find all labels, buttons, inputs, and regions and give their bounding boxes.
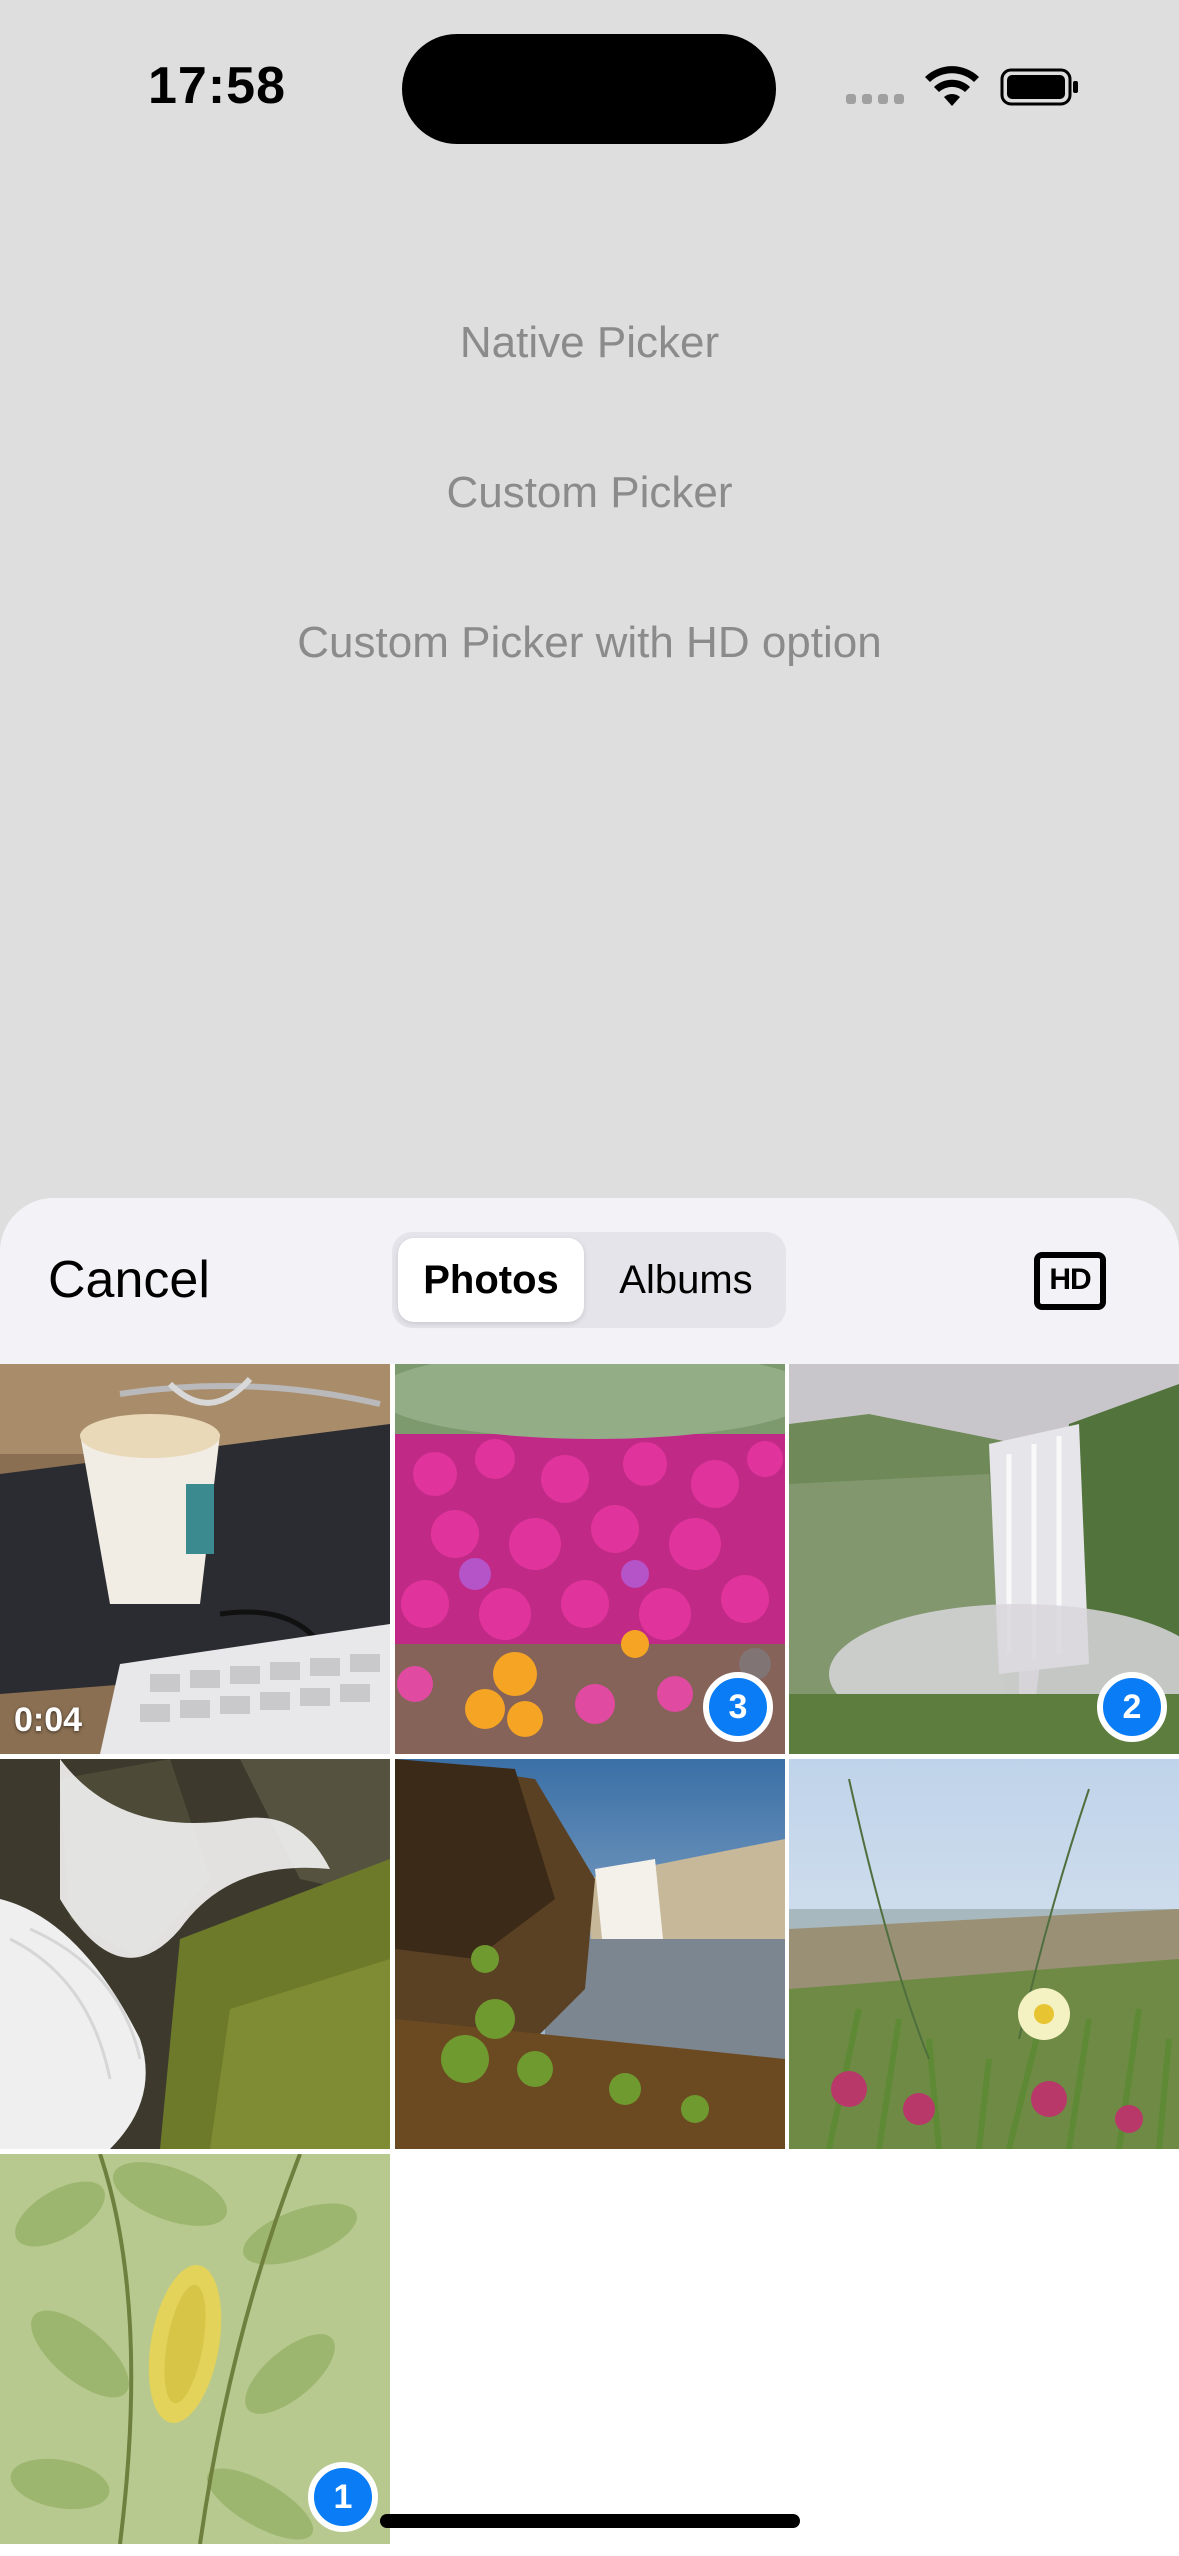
photo-picker-sheet: Cancel Photos Albums HD 0:04 3 2 1 [0, 1198, 1179, 2556]
screen: 17:58 Native Picker Custom Picker Custom… [0, 0, 1179, 2556]
selection-badge[interactable]: 1 [308, 2462, 378, 2532]
cancel-button[interactable]: Cancel [48, 1250, 210, 1310]
selection-badge[interactable]: 2 [1097, 1672, 1167, 1742]
home-indicator[interactable] [380, 2514, 800, 2528]
photo-tile-sunset-waterfall[interactable] [395, 1759, 785, 2149]
cellular-signal-icon [846, 94, 904, 104]
battery-icon [1000, 68, 1078, 106]
photo-tile-pink-flowers[interactable]: 3 [395, 1364, 785, 1754]
photo-tile-beach-flowers[interactable] [789, 1759, 1179, 2149]
photo-tile-green-leaves[interactable]: 1 [0, 2154, 390, 2544]
tab-albums[interactable]: Albums [592, 1238, 780, 1322]
hd-toggle-button[interactable]: HD [1034, 1252, 1106, 1310]
photo-tile-waterfall-mist[interactable]: 2 [789, 1364, 1179, 1754]
hd-icon-label: HD [1049, 1263, 1091, 1296]
wifi-icon [925, 66, 979, 106]
selection-badge[interactable]: 3 [703, 1672, 773, 1742]
photo-tile-mossy-waterfall[interactable] [0, 1759, 390, 2149]
beach-flowers-thumbnail [789, 1759, 1179, 2149]
tab-photos[interactable]: Photos [398, 1238, 584, 1322]
photo-tile-video-coffee[interactable]: 0:04 [0, 1364, 390, 1754]
custom-picker-hd-option[interactable]: Custom Picker with HD option [0, 618, 1179, 668]
picker-header: Cancel Photos Albums HD [0, 1198, 1179, 1364]
status-time: 17:58 [148, 57, 286, 115]
source-segmented-control: Photos Albums [392, 1232, 786, 1328]
custom-picker-option[interactable]: Custom Picker [0, 468, 1179, 518]
video-duration: 0:04 [14, 1701, 83, 1739]
coffee-cup-thumbnail [0, 1364, 390, 1754]
dynamic-island [402, 34, 776, 144]
native-picker-option[interactable]: Native Picker [0, 318, 1179, 368]
sunset-waterfall-thumbnail [395, 1759, 785, 2149]
mossy-waterfall-thumbnail [0, 1759, 390, 2149]
